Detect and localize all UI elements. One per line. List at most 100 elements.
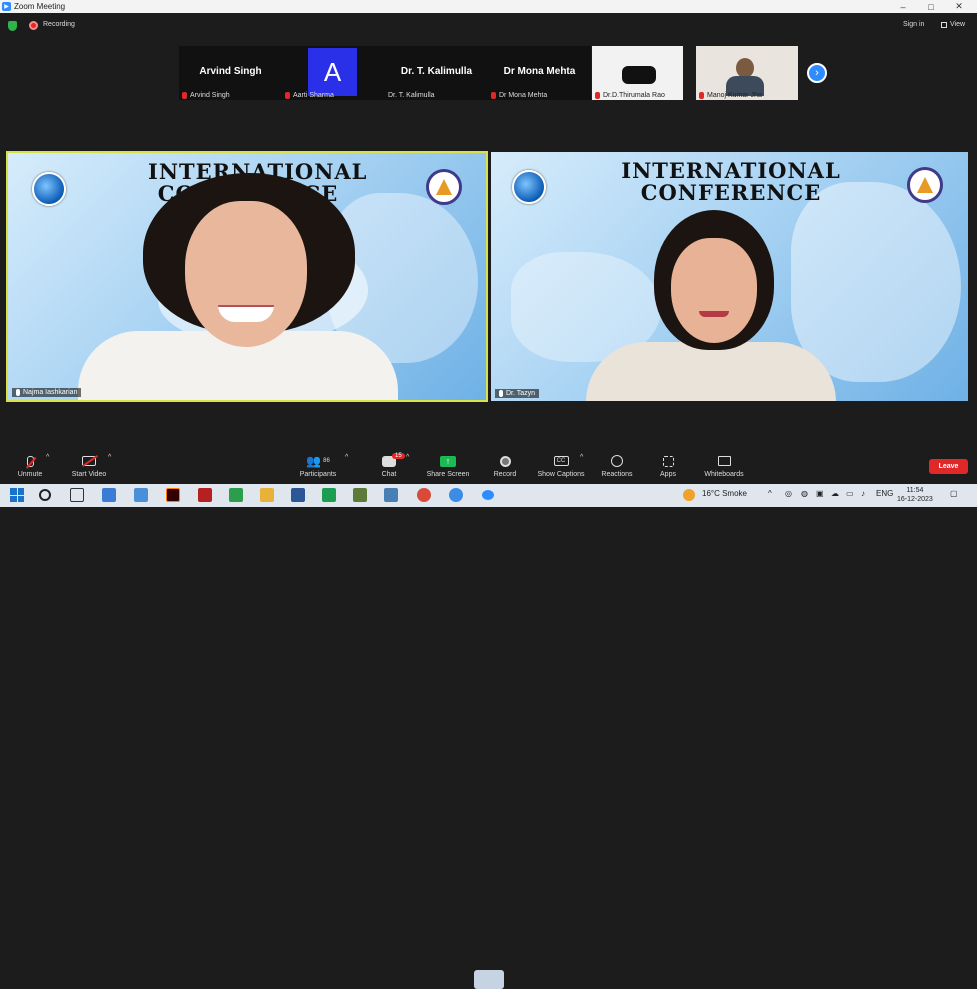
participant-name: Manoj Kumar Jha	[707, 92, 762, 99]
search-icon[interactable]	[39, 489, 51, 501]
clock-time: 11:54	[906, 487, 924, 494]
tray-app-icon[interactable]: ▣	[816, 489, 824, 498]
video-tile-left[interactable]: INTERNATIONAL CONFERENCE Najma Iashkaria…	[6, 151, 488, 402]
excel-icon[interactable]	[322, 488, 336, 502]
map-decoration	[791, 182, 961, 382]
participant-tile[interactable]: Arvind Singh Arvind Singh	[179, 46, 282, 100]
leave-button[interactable]: Leave	[929, 459, 968, 474]
network-icon[interactable]: ▭	[846, 489, 854, 498]
participant-tile[interactable]: Dr. T. Kalimulla Dr. T. Kalimulla	[385, 46, 488, 100]
unmute-button[interactable]: Unmute	[12, 454, 48, 478]
audio-options-caret[interactable]: ^	[46, 454, 49, 461]
participant-name: Arvind Singh	[190, 92, 230, 99]
mic-muted-icon	[182, 92, 187, 99]
apps-button[interactable]: Apps	[656, 454, 680, 478]
windows-start-icon[interactable]	[10, 488, 24, 502]
mic-muted-icon	[595, 92, 600, 99]
security-shield-icon[interactable]	[8, 21, 17, 31]
word-icon[interactable]	[291, 488, 305, 502]
captions-icon: CC	[553, 456, 569, 466]
reactions-icon	[611, 455, 623, 467]
whiteboards-button[interactable]: Whiteboards	[701, 454, 747, 478]
participant-display-name: Dr Mona Mehta	[503, 66, 576, 77]
participants-options-caret[interactable]: ^	[345, 454, 348, 461]
participant-name: Dr. T. Kalimulla	[388, 92, 435, 99]
video-options-caret[interactable]: ^	[108, 454, 111, 461]
folder-icon[interactable]	[260, 488, 274, 502]
weather-text[interactable]: 16°C Smoke	[702, 489, 747, 498]
recording-label: Recording	[43, 21, 75, 28]
start-video-label: Start Video	[71, 471, 107, 478]
start-video-button[interactable]: Start Video	[66, 454, 112, 478]
chrome-profile-icon[interactable]	[449, 488, 463, 502]
participant-display-name: Dr. T. Kalimulla	[400, 66, 473, 77]
app-store-icon[interactable]	[229, 488, 243, 502]
meeting-topbar: Recording Sign in View	[0, 13, 977, 39]
reactions-label: Reactions	[601, 471, 633, 478]
record-label: Record	[493, 471, 517, 478]
zoom-logo-icon: ▶	[2, 2, 11, 11]
institution-emblem-icon	[907, 167, 943, 203]
conference-title: INTERNATIONAL CONFERENCE	[621, 158, 841, 206]
maximize-button[interactable]: □	[917, 0, 945, 13]
notifications-icon[interactable]: ▢	[950, 489, 958, 498]
close-button[interactable]: ✕	[945, 0, 973, 13]
participants-count: 86	[323, 458, 330, 464]
institution-emblem-icon	[426, 169, 462, 205]
view-label: View	[950, 21, 966, 28]
language-indicator[interactable]: ENG	[876, 489, 893, 498]
video-tile-right[interactable]: INTERNATIONAL CONFERENCE Dr. Tazyn	[491, 152, 968, 401]
tray-app-icon[interactable]: ◎	[785, 489, 792, 498]
window-title: Zoom Meeting	[14, 2, 66, 11]
person-body	[586, 342, 836, 401]
photos-icon[interactable]	[384, 488, 398, 502]
record-button[interactable]: Record	[489, 454, 521, 478]
chat-label: Chat	[381, 471, 397, 478]
grid-view-icon	[941, 22, 947, 28]
mic-muted-icon	[285, 92, 290, 99]
zoom-taskbar-active[interactable]	[474, 970, 504, 989]
participant-name-tag: Dr.D.Thirumala Rao	[595, 92, 665, 99]
participants-icon: 👥	[306, 454, 322, 468]
video-off-icon	[82, 456, 96, 466]
mic-muted-icon	[26, 455, 34, 467]
participant-tile[interactable]: Dr Mona Mehta Dr Mona Mehta	[488, 46, 591, 100]
next-page-button[interactable]: ›	[807, 63, 827, 83]
weather-icon	[683, 489, 695, 501]
chat-options-caret[interactable]: ^	[406, 454, 409, 461]
illustrator-icon[interactable]	[166, 488, 180, 502]
participant-tile[interactable]: Manoj Kumar Jha	[696, 46, 798, 100]
apps-label: Apps	[660, 471, 676, 478]
participant-name-tag: Manoj Kumar Jha	[699, 92, 762, 99]
tray-app-icon[interactable]: ◍	[801, 489, 808, 498]
zoom-taskbar-icon[interactable]	[482, 490, 494, 500]
apps-icon	[662, 455, 674, 467]
participant-name-tag: Arvind Singh	[182, 92, 230, 99]
participant-name: Aarti Sharma	[293, 92, 334, 99]
chat-unread-badge: 15	[392, 453, 405, 459]
tray-app-icon[interactable]: ☁	[831, 489, 839, 498]
task-view-icon[interactable]	[70, 488, 84, 502]
app-icon[interactable]	[353, 488, 367, 502]
share-screen-button[interactable]: ↑ Share Screen	[423, 454, 473, 478]
participant-name: Dr.D.Thirumala Rao	[603, 92, 665, 99]
speaker-name: Najma Iashkarian	[23, 389, 78, 396]
person-face	[185, 201, 307, 347]
reactions-button[interactable]: Reactions	[599, 454, 635, 478]
share-screen-icon: ↑	[440, 455, 456, 467]
sign-in-link[interactable]: Sign in	[903, 21, 924, 28]
system-clock[interactable]: 11:54 16-12-2023	[897, 486, 933, 504]
participant-avatar: A	[308, 48, 357, 96]
minimize-button[interactable]: –	[889, 0, 917, 13]
calculator-icon[interactable]	[134, 488, 148, 502]
participant-tile[interactable]: Dr.D.Thirumala Rao	[592, 46, 683, 100]
tray-overflow-icon[interactable]: ^	[768, 489, 772, 498]
chrome-icon[interactable]	[417, 488, 431, 502]
speaker-icon[interactable]: ♪	[861, 489, 865, 498]
captions-options-caret[interactable]: ^	[580, 454, 583, 461]
participants-button[interactable]: 👥 86 Participants	[294, 454, 342, 478]
file-explorer-icon[interactable]	[102, 488, 116, 502]
filezilla-icon[interactable]	[198, 488, 212, 502]
meeting-toolbar: Unmute ^ Start Video ^ 👥 86 Participants …	[0, 452, 977, 484]
windows-taskbar: 16°C Smoke ^ ◎ ◍ ▣ ☁ ▭ ♪ ENG 11:54 16-12…	[0, 484, 977, 989]
